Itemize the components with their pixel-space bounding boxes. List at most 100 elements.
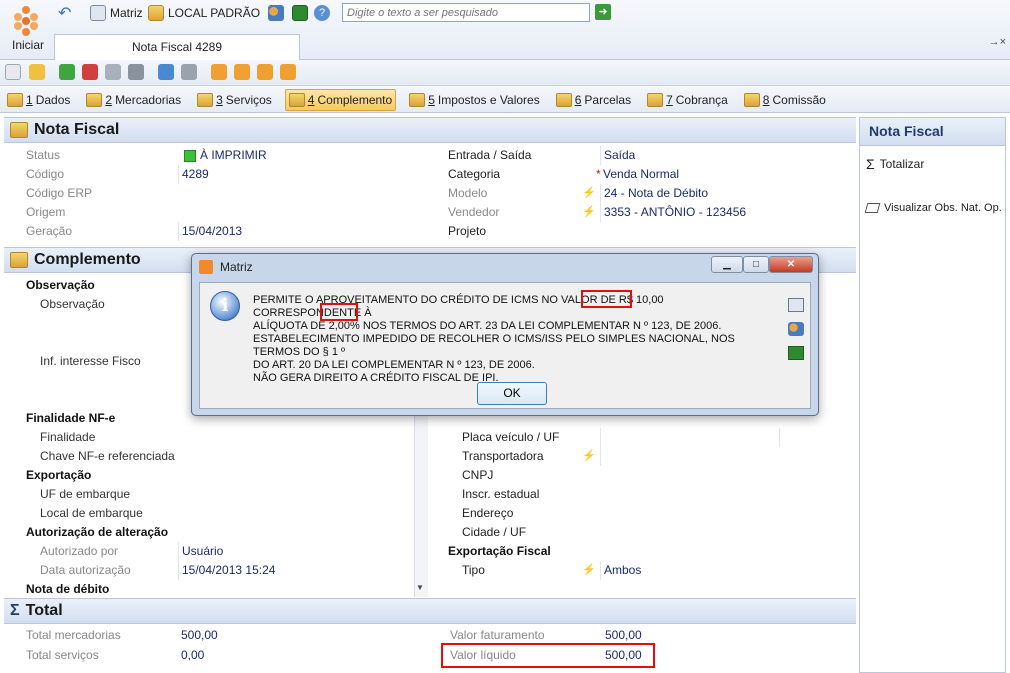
new-doc-icon[interactable] bbox=[5, 64, 21, 80]
tab-dados[interactable]: 1 Dados bbox=[4, 89, 73, 111]
copy-icon[interactable] bbox=[788, 298, 804, 312]
remove-icon[interactable] bbox=[82, 64, 98, 80]
back-icon[interactable]: ↶ bbox=[58, 4, 71, 22]
modelo-value[interactable]: 24 - Nota de Débito bbox=[600, 184, 708, 203]
pin-icon[interactable]: →× bbox=[989, 36, 1006, 48]
tab-mercadorias[interactable]: 2 Mercadorias bbox=[83, 89, 184, 111]
confirm-icon[interactable] bbox=[105, 64, 121, 80]
nota-fiscal-grid: Status À IMPRIMIR Código 4289 Código ERP… bbox=[4, 145, 856, 243]
entrada-saida-label: Entrada / Saída bbox=[448, 148, 532, 162]
visualizar-obs-button[interactable]: Visualizar Obs. Nat. Op. bbox=[860, 202, 1005, 214]
side-panel-title: Nota Fiscal bbox=[860, 118, 1005, 146]
inf-fisco-label: Inf. interesse Fisco bbox=[40, 354, 141, 368]
autorizado-por-value: Usuário bbox=[178, 542, 223, 561]
app-logo-icon[interactable] bbox=[8, 4, 44, 38]
app-logo-icon bbox=[199, 260, 213, 274]
local-embarque-label: Local de embarque bbox=[40, 506, 143, 520]
users-icon[interactable] bbox=[788, 322, 804, 336]
tipo-label: Tipo bbox=[462, 563, 485, 577]
geracao-value[interactable]: 15/04/2013 bbox=[178, 222, 242, 241]
scroll-down-icon[interactable]: ▼ bbox=[416, 583, 424, 592]
totalizar-button[interactable]: Σ Totalizar bbox=[860, 156, 1005, 172]
tab-icon bbox=[743, 92, 760, 107]
observacao-group: Observação bbox=[26, 278, 95, 292]
highlight-box bbox=[320, 303, 358, 321]
refresh-icon[interactable] bbox=[158, 64, 174, 80]
tab-icon bbox=[555, 92, 572, 107]
last-icon[interactable] bbox=[280, 64, 296, 80]
users-icon[interactable] bbox=[268, 4, 284, 22]
transportadora-field[interactable] bbox=[600, 447, 856, 466]
placa-label: Placa veículo / UF bbox=[462, 430, 560, 444]
lightning-icon[interactable]: ⚡ bbox=[582, 205, 596, 218]
vendedor-value[interactable]: 3353 - ANTÔNIO - 123456 bbox=[600, 203, 746, 222]
tab-servicos[interactable]: 3 Serviços bbox=[194, 89, 275, 111]
side-panel: Nota Fiscal Σ Totalizar Visualizar Obs. N… bbox=[859, 117, 1006, 673]
codigo-erp-label: Código ERP bbox=[26, 186, 93, 200]
action-toolbar bbox=[0, 60, 1010, 86]
exportacao-group: Exportação bbox=[26, 468, 92, 482]
view-icon[interactable] bbox=[292, 4, 308, 22]
table-icon bbox=[10, 122, 28, 138]
print-icon[interactable] bbox=[181, 64, 197, 80]
help-icon[interactable]: ? bbox=[314, 4, 330, 22]
nota-debito-group: Nota de débito bbox=[26, 582, 110, 596]
total-mercadorias-value: 500,00 bbox=[181, 628, 218, 642]
tab-nota-fiscal[interactable]: Nota Fiscal 4289 bbox=[54, 34, 300, 60]
finalidade-group: Finalidade NF-e bbox=[26, 411, 116, 425]
first-icon[interactable] bbox=[211, 64, 227, 80]
tab-icon bbox=[86, 92, 103, 107]
view-icon[interactable] bbox=[788, 346, 804, 360]
total-servicos-value: 0,00 bbox=[181, 648, 205, 662]
next-icon[interactable] bbox=[257, 64, 273, 80]
ok-button[interactable]: OK bbox=[477, 382, 547, 405]
tab-parcelas[interactable]: 6 Parcelas bbox=[553, 89, 634, 111]
cnpj-label: CNPJ bbox=[462, 468, 494, 482]
tab-impostos[interactable]: 5 Impostos e Valores bbox=[406, 89, 543, 111]
tab-comissao[interactable]: 8 Comissão bbox=[741, 89, 829, 111]
exportacao-fiscal-group: Exportação Fiscal bbox=[448, 544, 551, 558]
matriz-button[interactable]: Matriz bbox=[90, 4, 143, 22]
sigma-icon: Σ bbox=[866, 156, 875, 172]
lightning-icon[interactable]: ⚡ bbox=[582, 449, 596, 462]
cancel-icon[interactable] bbox=[128, 64, 144, 80]
observacao-label: Observação bbox=[40, 297, 105, 311]
local-button[interactable]: LOCAL PADRÃO bbox=[148, 4, 260, 22]
entrada-saida-value[interactable]: Saída bbox=[600, 146, 635, 165]
search-input[interactable] bbox=[342, 3, 590, 22]
categoria-value[interactable]: Venda Normal bbox=[600, 165, 679, 184]
status-green-icon bbox=[184, 150, 196, 162]
prev-icon[interactable] bbox=[234, 64, 250, 80]
chave-nfe-label: Chave NF-e referenciada bbox=[40, 449, 175, 463]
total-servicos-label: Total serviços bbox=[26, 648, 99, 662]
vendedor-label: Vendedor bbox=[448, 205, 500, 219]
minimize-button[interactable]: ▁ bbox=[711, 256, 743, 273]
tab-icon bbox=[288, 92, 305, 107]
iniciar-button[interactable]: Iniciar bbox=[6, 38, 50, 52]
tab-icon bbox=[409, 92, 426, 107]
status-label: Status bbox=[26, 148, 61, 162]
add-icon[interactable] bbox=[59, 64, 75, 80]
uf-embarque-label: UF de embarque bbox=[40, 487, 131, 501]
tab-cobranca[interactable]: 7 Cobrança bbox=[644, 89, 731, 111]
total-header: Σ Total bbox=[4, 598, 856, 624]
transportadora-label: Transportadora bbox=[462, 449, 544, 463]
section-tabs: 1 Dados 2 Mercadorias 3 Serviços 4 Compl… bbox=[0, 87, 1010, 113]
status-value: À IMPRIMIR bbox=[200, 148, 267, 162]
maximize-button[interactable]: □ bbox=[743, 256, 769, 273]
book-icon bbox=[864, 203, 881, 213]
search-go-icon[interactable]: ➜ bbox=[595, 4, 611, 20]
placa-field[interactable] bbox=[600, 428, 856, 447]
codigo-value[interactable]: 4289 bbox=[178, 165, 209, 184]
lock-icon[interactable] bbox=[29, 64, 45, 80]
tab-complemento[interactable]: 4 Complemento bbox=[284, 88, 397, 111]
nota-fiscal-header: Nota Fiscal bbox=[4, 117, 856, 143]
origem-label: Origem bbox=[26, 205, 66, 219]
close-button[interactable]: ✕ bbox=[769, 256, 813, 273]
lightning-icon[interactable]: ⚡ bbox=[582, 186, 596, 199]
building-icon bbox=[148, 5, 164, 21]
geracao-label: Geração bbox=[26, 224, 73, 238]
tipo-value[interactable]: Ambos bbox=[600, 561, 641, 580]
lightning-icon[interactable]: ⚡ bbox=[582, 563, 596, 576]
highlight-box bbox=[581, 290, 632, 308]
